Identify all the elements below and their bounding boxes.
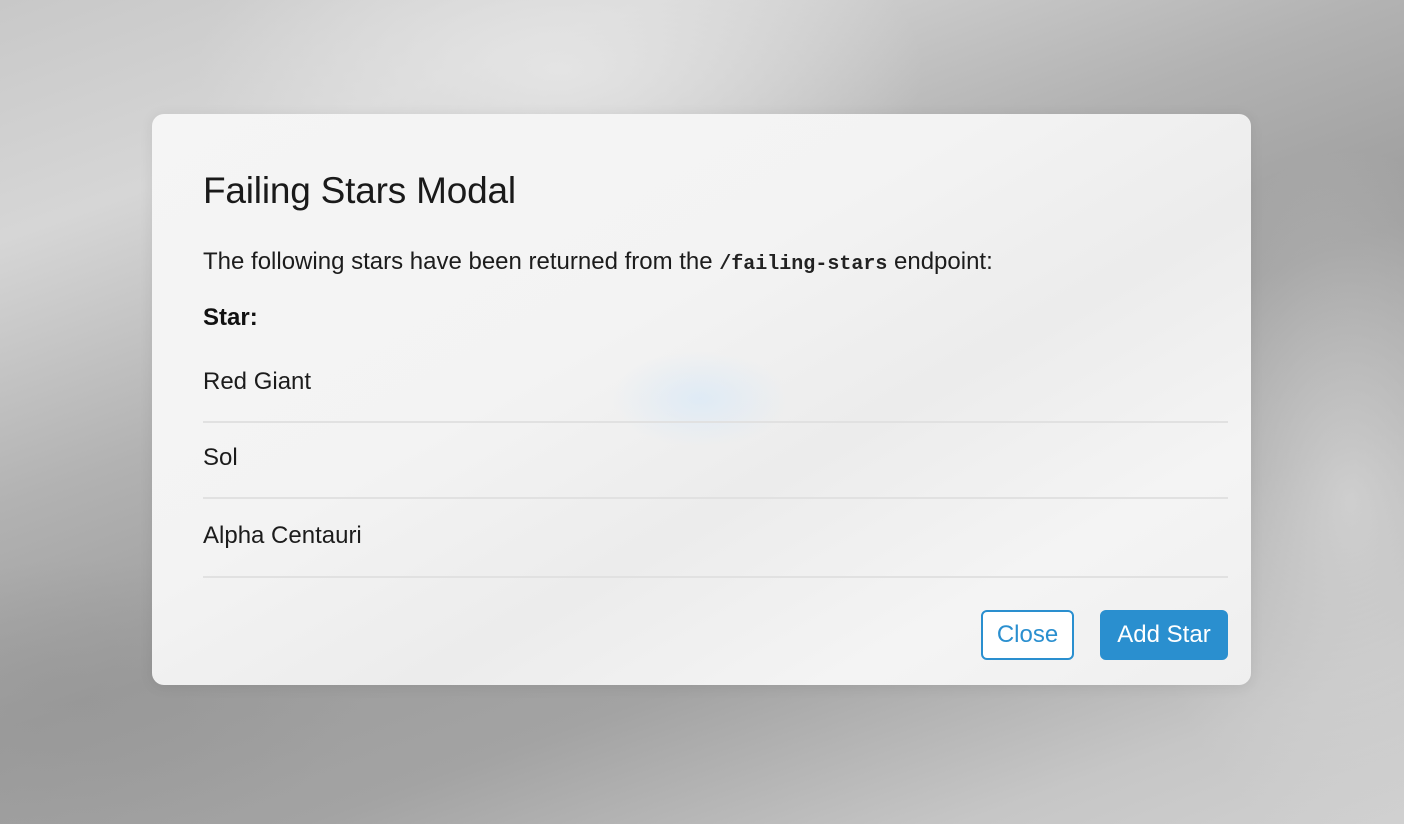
- list-item: Alpha Centauri: [203, 499, 1228, 578]
- description-prefix: The following stars have been returned f…: [203, 248, 713, 275]
- modal-title: Failing Stars Modal: [203, 170, 516, 211]
- add-star-button[interactable]: Add Star: [1100, 610, 1228, 660]
- failing-stars-modal: Failing Stars Modal The following stars …: [152, 114, 1251, 685]
- modal-description: The following stars have been returned f…: [203, 248, 993, 276]
- star-list: Red Giant Sol Alpha Centauri: [203, 346, 1228, 578]
- close-button[interactable]: Close: [981, 610, 1074, 660]
- star-list-header: Star:: [203, 304, 258, 331]
- list-item: Red Giant: [203, 346, 1228, 423]
- description-suffix: endpoint:: [894, 248, 993, 275]
- endpoint-code: /failing-stars: [719, 253, 888, 276]
- list-item: Sol: [203, 423, 1228, 499]
